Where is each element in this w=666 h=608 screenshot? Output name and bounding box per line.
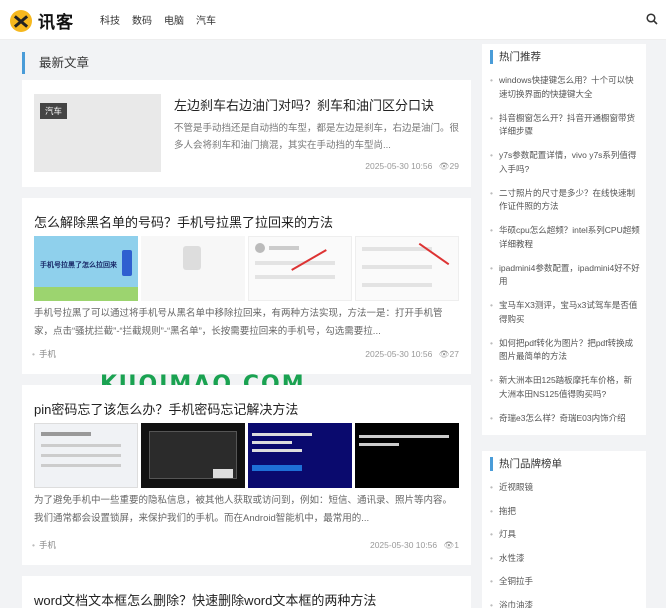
sidebar-link[interactable]: 全铜拉手 — [490, 575, 640, 589]
menu-highlight — [252, 465, 302, 471]
section-title: 最新文章 — [22, 52, 472, 74]
article-title[interactable]: word文档文本框怎么删除？快速删除word文本框的两种方法 — [34, 590, 376, 608]
article-image[interactable] — [355, 236, 459, 301]
terminal-line — [359, 443, 399, 446]
article-meta: 2025-05-30 10:56 👁29 — [365, 161, 459, 172]
logo-text: 讯客 — [38, 13, 74, 33]
article-excerpt: 手机号拉黑了可以通过将手机号从黑名单中移除拉回来，有两种方法实现，方法一是：打开… — [34, 308, 443, 337]
main-nav: 科技 数码 电脑 汽车 — [100, 12, 216, 27]
article-views: 29 — [449, 161, 459, 171]
sidebar-list: 近视眼镜 拖把 灯具 水性漆 全铜拉手 浴巾油漆 — [490, 481, 640, 608]
sidebar-link[interactable]: 新大洲本田125踏板摩托车价格，新大洲本田NS125值得购买吗? — [490, 374, 640, 401]
sidebar-hot: 热门推荐 windows快捷键怎么用？十个可以快速切换界面的快捷键大全 抖音橱窗… — [482, 44, 646, 435]
nav-item-digital[interactable]: 数码 — [132, 12, 152, 27]
category-tag[interactable]: 汽车 — [40, 103, 68, 119]
sidebar-link[interactable]: 抖音橱窗怎么开？抖音开通橱窗带货详细步骤 — [490, 112, 640, 139]
phone-illustration — [183, 246, 201, 270]
article-image[interactable] — [248, 423, 352, 488]
sidebar-link[interactable]: windows快捷键怎么用？十个可以快速切换界面的快捷键大全 — [490, 74, 640, 101]
nav-item-car[interactable]: 汽车 — [196, 12, 216, 27]
contact-line — [362, 265, 432, 269]
article-date: 2025-05-30 10:56 — [369, 540, 438, 550]
sidebar-link[interactable]: ipadmini4参数配置，ipadmini4好不好用 — [490, 262, 640, 289]
article-meta: 2025-05-30 10:56 👁27 — [365, 349, 459, 360]
sidebar-link[interactable]: 如何把pdf转化为图片？把pdf转换成图片最简单的方法 — [490, 337, 640, 364]
contact-line — [269, 246, 299, 250]
sidebar-link[interactable]: 二寸照片的尺寸是多少？在线快速制作证件照的方法 — [490, 187, 640, 214]
site-logo[interactable]: 讯客 — [10, 8, 74, 33]
article-card[interactable]: pin密码忘了该怎么办？手机密码忘记解决方法 为了避免手机中一些重要的隐私信息，… — [22, 385, 471, 565]
settings-line — [41, 454, 121, 457]
arrow-annotation — [291, 249, 327, 271]
logo-icon — [10, 9, 32, 32]
image-caption: 手机号拉黑了怎么拉回来 — [40, 262, 117, 269]
article-meta: 2025-05-30 10:56 👁1 — [370, 540, 459, 551]
sidebar-link[interactable]: 华硕cpu怎么超频？intel系列CPU超频详细教程 — [490, 224, 640, 251]
sidebar-link[interactable]: 近视眼镜 — [490, 481, 640, 495]
article-title[interactable]: 怎么解除黑名单的号码？手机号拉黑了拉回来的方法 — [34, 212, 333, 231]
sidebar-link[interactable]: 浴巾油漆 — [490, 599, 640, 608]
contact-line — [255, 275, 335, 279]
next-button — [213, 469, 233, 478]
sidebar-link[interactable]: 宝马车X3测评，宝马x3试驾车是否值得购买 — [490, 299, 640, 326]
article-category[interactable]: 手机 — [32, 348, 56, 360]
arrow-annotation — [418, 242, 450, 266]
nav-item-tech[interactable]: 科技 — [100, 12, 120, 27]
article-card[interactable]: 汽车 左边刹车右边油门对吗？刹车和油门区分口诀 不管是手动挡还是自动挡的车型，都… — [22, 80, 471, 187]
settings-line — [41, 444, 121, 447]
sidebar-link[interactable]: 奇瑞e3怎么样？奇瑞E03内饰介绍 — [490, 412, 640, 426]
article-image[interactable] — [141, 423, 245, 488]
grass-illustration — [34, 287, 138, 301]
settings-line — [41, 464, 121, 467]
article-category[interactable]: 手机 — [32, 539, 56, 551]
article-image[interactable]: 手机号拉黑了怎么拉回来 — [34, 236, 138, 301]
search-icon[interactable] — [646, 13, 658, 25]
sidebar-title: 热门推荐 — [490, 50, 541, 64]
article-image[interactable] — [34, 423, 138, 488]
article-views: 1 — [454, 540, 459, 550]
terminal-line — [252, 433, 312, 436]
article-image[interactable] — [248, 236, 352, 301]
site-header: 讯客 科技 数码 电脑 汽车 — [0, 0, 666, 40]
eye-icon: 👁 — [443, 540, 455, 550]
settings-line — [41, 432, 91, 436]
article-images[interactable] — [34, 423, 459, 488]
sidebar-link[interactable]: 拖把 — [490, 505, 640, 519]
article-card[interactable]: word文档文本框怎么删除？快速删除word文本框的两种方法 — [22, 576, 471, 608]
article-images[interactable]: 手机号拉黑了怎么拉回来 — [34, 236, 459, 301]
sidebar-link[interactable]: 水性漆 — [490, 552, 640, 566]
article-date: 2025-05-30 10:56 — [365, 161, 433, 171]
contact-line — [362, 247, 432, 251]
article-excerpt: 不管是手动挡还是自动挡的车型，都是左边是刹车，右边是油门。很多人会将刹车和油门搞… — [174, 123, 460, 151]
article-date: 2025-05-30 10:56 — [365, 349, 433, 359]
contact-line — [362, 283, 432, 287]
article-title[interactable]: 左边刹车右边油门对吗？刹车和油门区分口诀 — [174, 95, 434, 114]
article-card[interactable]: 怎么解除黑名单的号码？手机号拉黑了拉回来的方法 手机号拉黑了怎么拉回来 手机号拉… — [22, 198, 471, 374]
sidebar-list: windows快捷键怎么用？十个可以快速切换界面的快捷键大全 抖音橱窗怎么开？抖… — [490, 74, 640, 436]
sidebar-title: 热门品牌榜单 — [490, 457, 562, 471]
phone-illustration — [122, 250, 132, 276]
eye-icon: 👁 — [438, 349, 450, 359]
terminal-line — [252, 449, 302, 452]
terminal-line — [359, 435, 449, 438]
article-views: 27 — [449, 349, 459, 359]
sidebar-brand: 热门品牌榜单 近视眼镜 拖把 灯具 水性漆 全铜拉手 浴巾油漆 — [482, 451, 646, 608]
terminal-line — [252, 441, 292, 444]
sidebar-link[interactable]: y7s参数配置详情，vivo y7s系列值得入手吗? — [490, 149, 640, 176]
sidebar-link[interactable]: 灯具 — [490, 528, 640, 542]
article-title[interactable]: pin密码忘了该怎么办？手机密码忘记解决方法 — [34, 399, 298, 418]
article-image[interactable] — [141, 236, 245, 301]
contact-line — [255, 261, 335, 265]
nav-item-computer[interactable]: 电脑 — [164, 12, 184, 27]
article-excerpt: 为了避免手机中一些重要的隐私信息，被其他人获取或访问到，例如：短信、通讯录、照片… — [34, 495, 453, 524]
avatar — [255, 243, 265, 253]
article-thumbnail[interactable]: 汽车 — [34, 94, 161, 172]
eye-icon: 👁 — [438, 161, 450, 171]
article-image[interactable] — [355, 423, 459, 488]
